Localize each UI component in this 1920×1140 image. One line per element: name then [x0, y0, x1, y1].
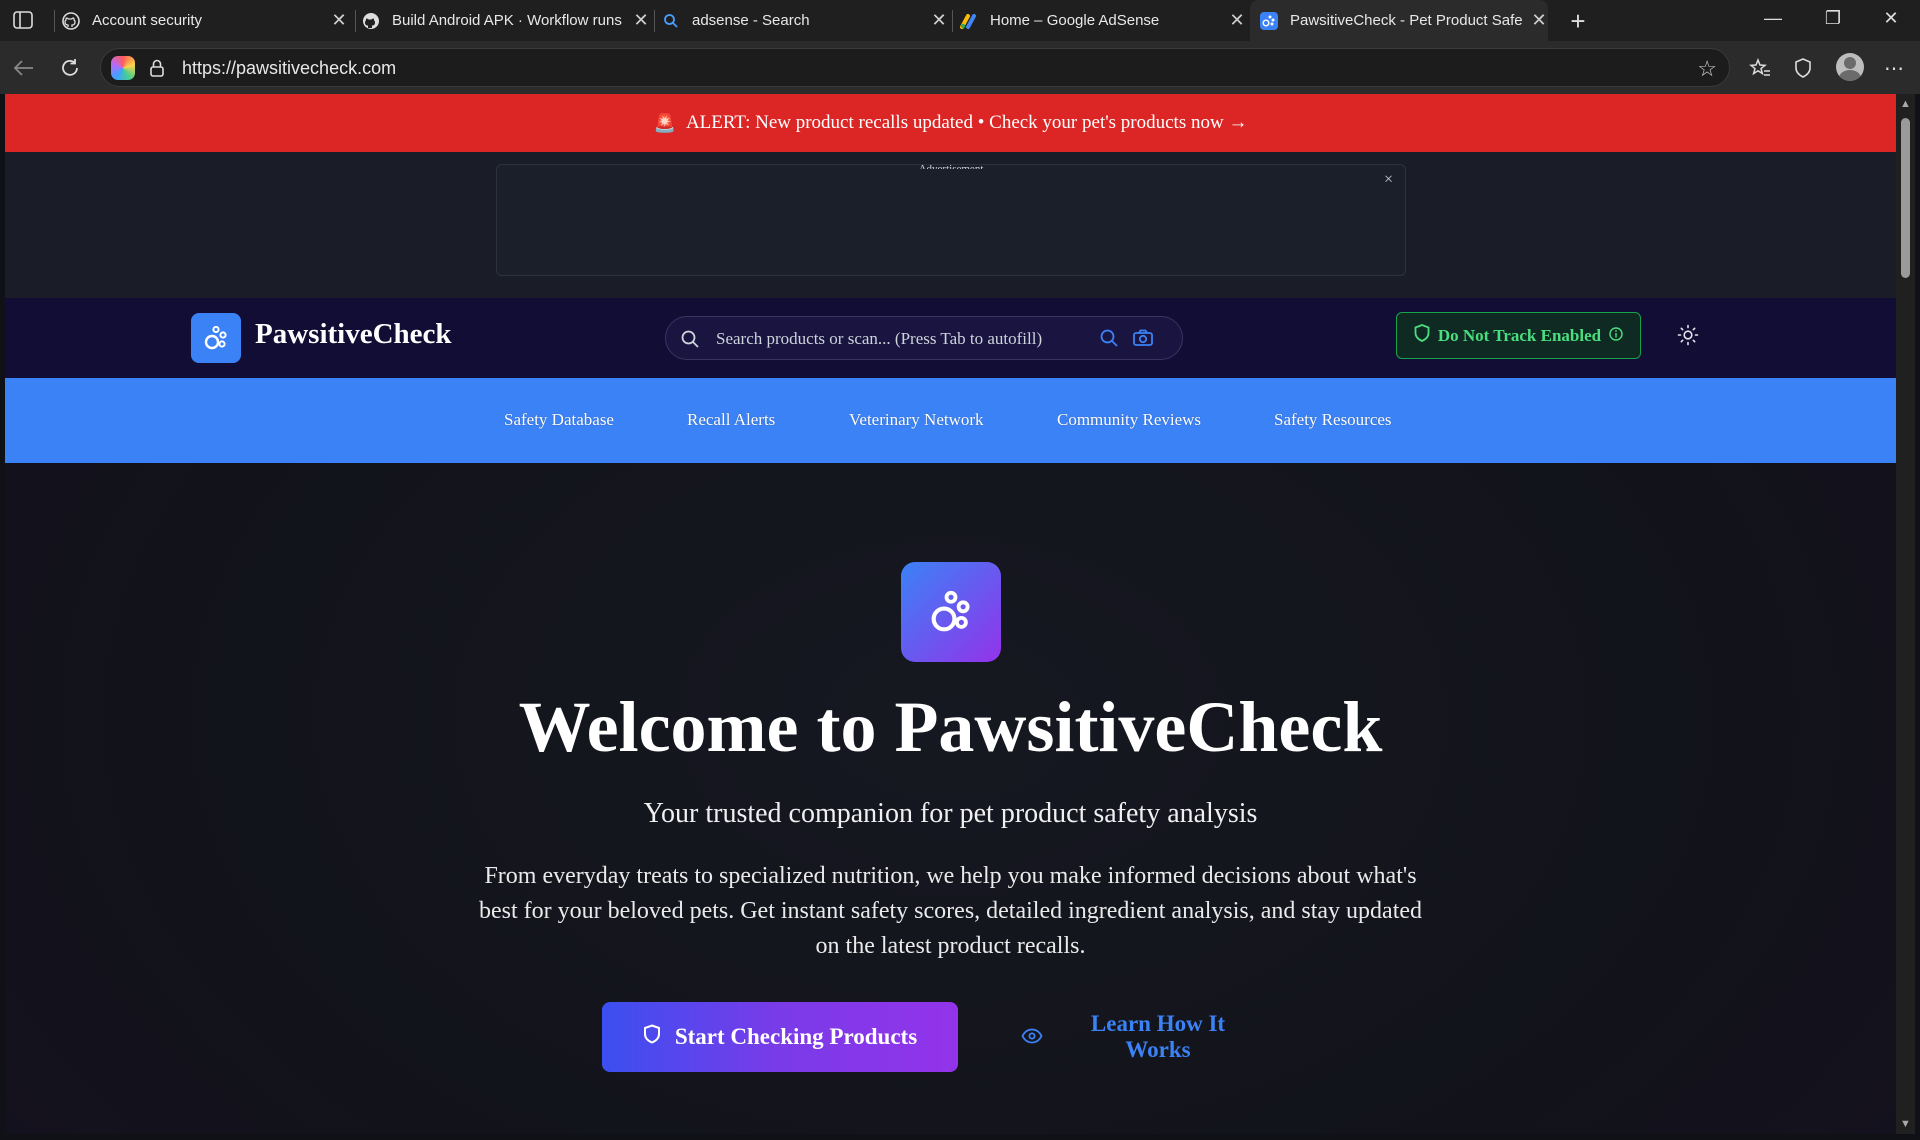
minimize-icon[interactable]: — — [1758, 8, 1788, 29]
site-header: PawsitiveCheck Do Not Track Enabled — [5, 298, 1896, 378]
restore-icon[interactable]: ❐ — [1818, 8, 1848, 29]
browser-toolbar: https://pawsitivecheck.com ☆ ⋯ — [0, 41, 1920, 94]
scroll-down-icon[interactable]: ▼ — [1900, 1118, 1911, 1130]
shield-icon — [1414, 324, 1430, 347]
tab-separator — [654, 10, 655, 32]
ad-section: Advertisement × — [5, 152, 1896, 298]
shield-icon — [643, 1024, 661, 1050]
tab-google-adsense[interactable]: Home – Google AdSense ✕ — [960, 0, 1246, 41]
back-icon[interactable] — [10, 54, 38, 82]
search-icon — [662, 12, 680, 30]
learn-how-label: Learn How It Works — [1090, 1011, 1226, 1062]
dnt-label: Do Not Track Enabled — [1437, 325, 1602, 345]
url-text[interactable]: https://pawsitivecheck.com — [182, 58, 396, 79]
tab-title: PawsitiveCheck - Pet Product Safety — [1290, 12, 1522, 29]
learn-how-button[interactable]: Learn How It Works — [1015, 1002, 1265, 1072]
github-icon — [362, 12, 380, 30]
tab-title: adsense - Search — [692, 12, 810, 29]
start-checking-label: Start Checking Products — [674, 1024, 918, 1049]
search-submit-icon[interactable] — [1099, 328, 1119, 353]
product-search-bar — [665, 316, 1183, 360]
favorites-icon[interactable] — [1746, 54, 1774, 82]
hero-subtitle: Your trusted companion for pet product s… — [643, 798, 1258, 829]
close-tab-icon[interactable]: ✕ — [330, 10, 348, 31]
close-tab-icon[interactable]: ✕ — [632, 10, 650, 31]
close-ad-icon[interactable]: × — [1384, 171, 1393, 189]
siren-icon: 🚨 — [653, 112, 676, 133]
ad-label: Advertisement — [918, 163, 984, 169]
tab-actions-icon[interactable] — [12, 10, 36, 32]
page-scrollbar[interactable]: ▲ ▼ — [1896, 94, 1915, 1134]
refresh-icon[interactable] — [56, 54, 84, 82]
start-checking-button[interactable]: Start Checking Products — [602, 1002, 958, 1072]
hero-paw-icon — [901, 562, 1001, 662]
paw-logo-icon[interactable] — [191, 313, 241, 363]
browser-tab-strip: Account security ✕ Build Android APK · W… — [0, 0, 1920, 41]
tab-title: Home – Google AdSense — [990, 12, 1160, 29]
search-input[interactable] — [714, 326, 1094, 352]
paw-icon — [1260, 11, 1278, 30]
nav-safety-database[interactable]: Safety Database — [504, 410, 614, 430]
close-tab-icon[interactable]: ✕ — [1530, 10, 1548, 31]
tab-separator — [952, 10, 953, 32]
tab-title: Build Android APK · Workflow runs — [392, 12, 622, 29]
main-nav: Safety Database Recall Alerts Veterinary… — [5, 378, 1896, 463]
adsense-icon — [960, 12, 978, 30]
lock-icon[interactable] — [149, 59, 167, 77]
close-window-icon[interactable]: ✕ — [1876, 8, 1906, 29]
camera-scan-icon[interactable] — [1132, 328, 1154, 353]
nav-veterinary-network[interactable]: Veterinary Network — [849, 410, 984, 430]
tab-account-security[interactable]: Account security ✕ — [62, 0, 348, 41]
close-tab-icon[interactable]: ✕ — [930, 10, 948, 31]
scrollbar-thumb[interactable] — [1901, 118, 1910, 278]
page-viewport: 🚨 ALERT: New product recalls updated • C… — [5, 94, 1896, 1134]
info-icon[interactable] — [1609, 326, 1623, 346]
more-options-icon[interactable]: ⋯ — [1880, 54, 1908, 82]
nav-community-reviews[interactable]: Community Reviews — [1057, 410, 1201, 430]
tab-adsense-search[interactable]: adsense - Search ✕ — [662, 0, 948, 41]
ad-container: Advertisement × — [496, 163, 1406, 276]
hero-description: From everyday treats to specialized nutr… — [478, 863, 1423, 959]
eye-icon — [1021, 1024, 1043, 1050]
sun-theme-toggle-icon[interactable] — [1677, 324, 1699, 346]
new-tab-button[interactable]: + — [1562, 6, 1594, 37]
tab-build-android-apk[interactable]: Build Android APK · Workflow runs ✕ — [362, 0, 650, 41]
search-icon — [680, 329, 700, 354]
github-icon — [62, 11, 80, 30]
tab-pawsitivecheck[interactable]: PawsitiveCheck - Pet Product Safety ✕ — [1250, 0, 1548, 41]
alert-text: ALERT: New product recalls updated • Che… — [685, 112, 1248, 133]
tab-separator — [355, 10, 356, 32]
browser-essentials-shield-icon[interactable] — [1789, 54, 1817, 82]
do-not-track-badge[interactable]: Do Not Track Enabled — [1396, 312, 1641, 359]
nav-recall-alerts[interactable]: Recall Alerts — [687, 410, 775, 430]
profile-avatar[interactable] — [1836, 53, 1864, 81]
recall-alert-banner[interactable]: 🚨 ALERT: New product recalls updated • C… — [5, 94, 1896, 152]
tab-title: Account security — [92, 12, 203, 29]
favorite-star-icon[interactable]: ☆ — [1697, 56, 1717, 82]
scroll-up-icon[interactable]: ▲ — [1900, 98, 1911, 110]
nav-safety-resources[interactable]: Safety Resources — [1274, 410, 1392, 430]
brand-name[interactable]: PawsitiveCheck — [255, 318, 452, 351]
address-bar[interactable]: https://pawsitivecheck.com ☆ — [100, 48, 1730, 87]
copilot-icon[interactable] — [111, 56, 135, 80]
close-tab-icon[interactable]: ✕ — [1228, 10, 1246, 31]
hero-title: Welcome to PawsitiveCheck — [518, 687, 1383, 767]
tab-separator — [54, 10, 55, 32]
